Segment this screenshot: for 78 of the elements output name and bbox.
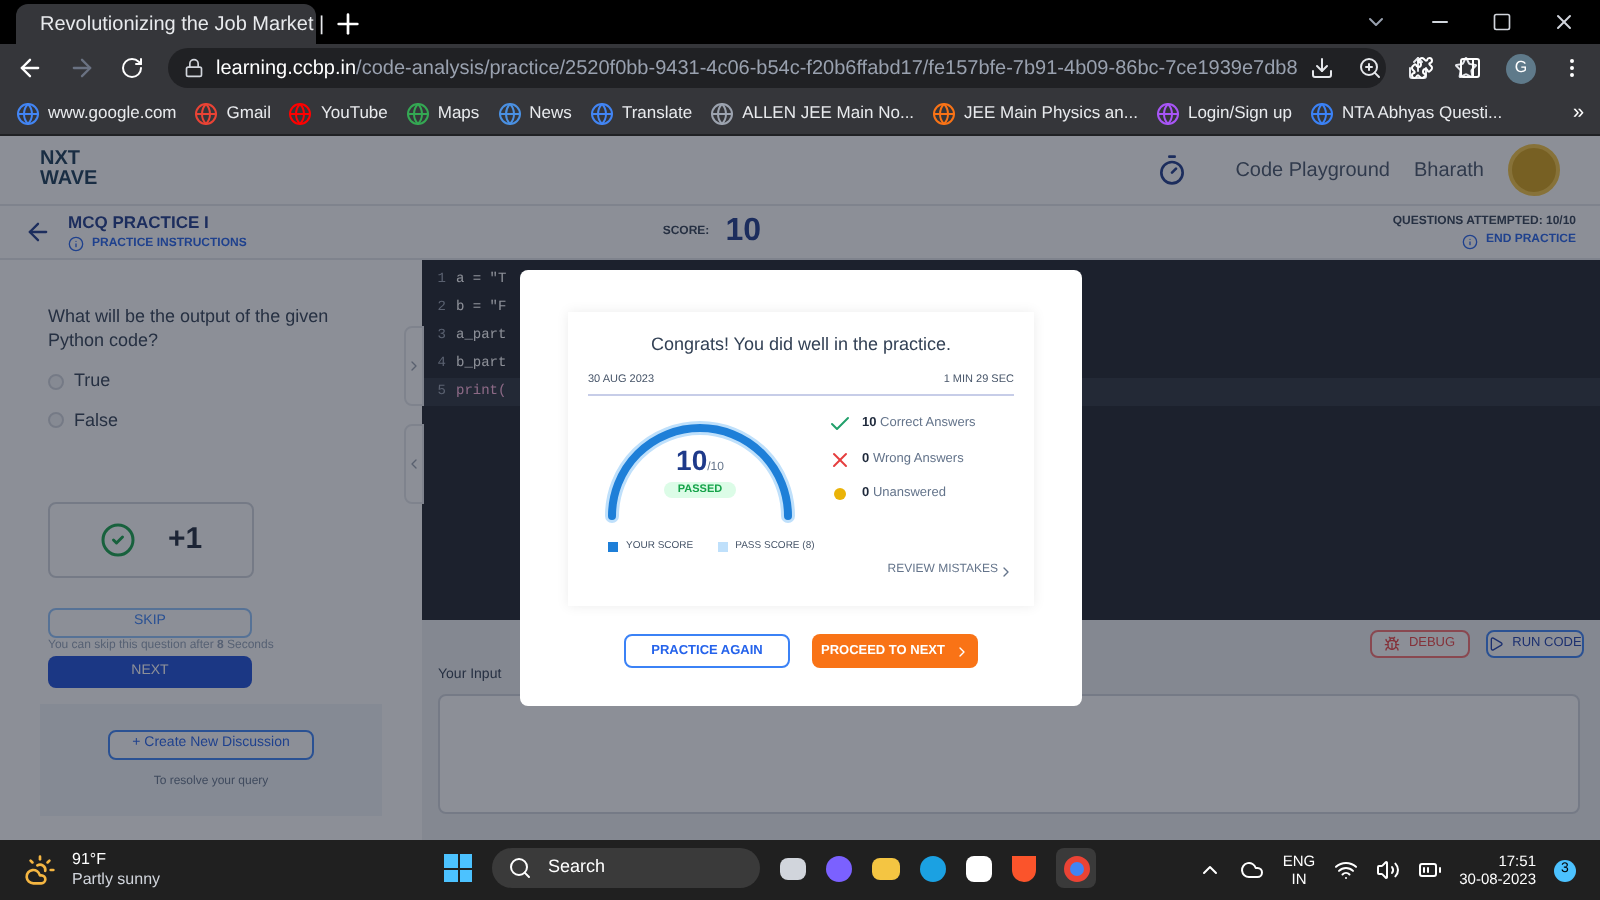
- score-value: 10: [725, 212, 761, 252]
- share-icon[interactable]: [1405, 56, 1430, 80]
- info-icon: [1461, 233, 1478, 249]
- side-panel-icon[interactable]: [1458, 56, 1482, 80]
- expand-handle[interactable]: [404, 326, 424, 406]
- volume-icon[interactable]: [1375, 858, 1400, 882]
- battery-icon[interactable]: [1417, 858, 1442, 882]
- option-radio[interactable]: False: [48, 407, 374, 434]
- zoom-icon[interactable]: [1357, 56, 1382, 80]
- new-tab-icon[interactable]: [332, 8, 364, 40]
- bookmark-item[interactable]: NTA Abhyas Questi...: [1309, 100, 1503, 126]
- bookmark-item[interactable]: News: [497, 100, 572, 126]
- bookmark-item[interactable]: ALLEN JEE Main No...: [710, 100, 915, 126]
- chevron-left-icon: [406, 454, 422, 474]
- store-icon[interactable]: [966, 855, 992, 881]
- bookmark-item[interactable]: YouTube: [288, 100, 388, 126]
- profile-avatar[interactable]: G: [1506, 53, 1536, 83]
- practice-title: MCQ PRACTICE I: [68, 210, 211, 236]
- collapse-handle[interactable]: [404, 424, 424, 504]
- weather-text: Partly sunny: [72, 870, 161, 890]
- globe-icon: [497, 101, 522, 125]
- legend-swatch: [717, 542, 728, 552]
- check-circle-icon: [99, 522, 136, 558]
- lock-icon: [184, 58, 204, 78]
- globe-icon: [710, 101, 735, 125]
- search-icon: [508, 856, 532, 880]
- url-text: learning.ccbp.in/code-analysis/practice/2520f0bb-9431-4c06-b54c-f20b6ffabd17/fe157bfe-7b91-4b09-86bc-7ce1939e7db8: [216, 55, 1298, 83]
- check-icon: [828, 411, 852, 436]
- cross-icon: [828, 447, 852, 472]
- play-icon: [1488, 636, 1505, 652]
- bug-icon: [1384, 636, 1401, 652]
- bookmark-item[interactable]: www.google.com: [16, 100, 177, 126]
- install-icon[interactable]: [1309, 56, 1334, 80]
- start-icon[interactable]: [444, 854, 472, 882]
- bookmark-item[interactable]: Login/Sign up: [1155, 100, 1292, 126]
- chevron-right-icon: [998, 563, 1014, 580]
- weather-icon[interactable]: [24, 854, 56, 886]
- browser-app-icon[interactable]: [920, 855, 946, 881]
- nav-link[interactable]: Bharath: [1413, 155, 1484, 185]
- taskbar-search-field[interactable]: Search: [492, 848, 760, 888]
- globe-icon: [589, 101, 614, 125]
- cloud-icon[interactable]: [1240, 858, 1265, 882]
- bookmark-item[interactable]: Maps: [405, 100, 480, 126]
- info-icon: [68, 236, 84, 253]
- shield-app-icon[interactable]: [1012, 855, 1036, 881]
- restore-icon[interactable]: [1492, 12, 1512, 32]
- chrome-app-icon[interactable]: [1056, 848, 1096, 888]
- bookmark-item[interactable]: Gmail: [194, 100, 271, 126]
- globe-icon: [405, 101, 430, 125]
- forward-icon[interactable]: [68, 54, 96, 82]
- dialog-title: Congrats! You did well in the practice.: [648, 332, 954, 358]
- temperature: 91°F: [72, 850, 108, 870]
- more-bookmarks[interactable]: »: [1572, 98, 1584, 128]
- globe-icon: [1155, 101, 1180, 125]
- timer-icon[interactable]: [1155, 154, 1188, 186]
- result-card: +1: [48, 502, 254, 578]
- globe-icon: [288, 101, 313, 125]
- chevron-right-icon: [406, 356, 422, 376]
- logo[interactable]: NXT WAVE: [40, 150, 98, 190]
- folder-icon[interactable]: [872, 857, 900, 879]
- question-text: What will be the output of the given Python code?: [48, 304, 331, 352]
- task-view-icon[interactable]: [780, 857, 806, 879]
- globe-icon: [932, 101, 957, 125]
- close-icon[interactable]: [1552, 10, 1576, 34]
- bookmark-star-icon[interactable]: [1453, 56, 1478, 80]
- legend-swatch: [608, 542, 618, 552]
- chat-app-icon[interactable]: [826, 855, 852, 881]
- option-radio[interactable]: True: [48, 368, 374, 395]
- extensions-icon[interactable]: [1410, 56, 1434, 80]
- reload-icon[interactable]: [120, 56, 144, 80]
- globe-icon: [16, 101, 40, 125]
- back-icon[interactable]: [16, 54, 44, 82]
- globe-icon: [194, 101, 219, 125]
- nav-link[interactable]: Code Playground: [1235, 155, 1390, 185]
- globe-icon: [1309, 101, 1334, 125]
- input-area[interactable]: [438, 693, 1580, 813]
- bookmark-item[interactable]: Translate: [589, 100, 693, 126]
- bookmark-item[interactable]: JEE Main Physics an...: [932, 100, 1138, 126]
